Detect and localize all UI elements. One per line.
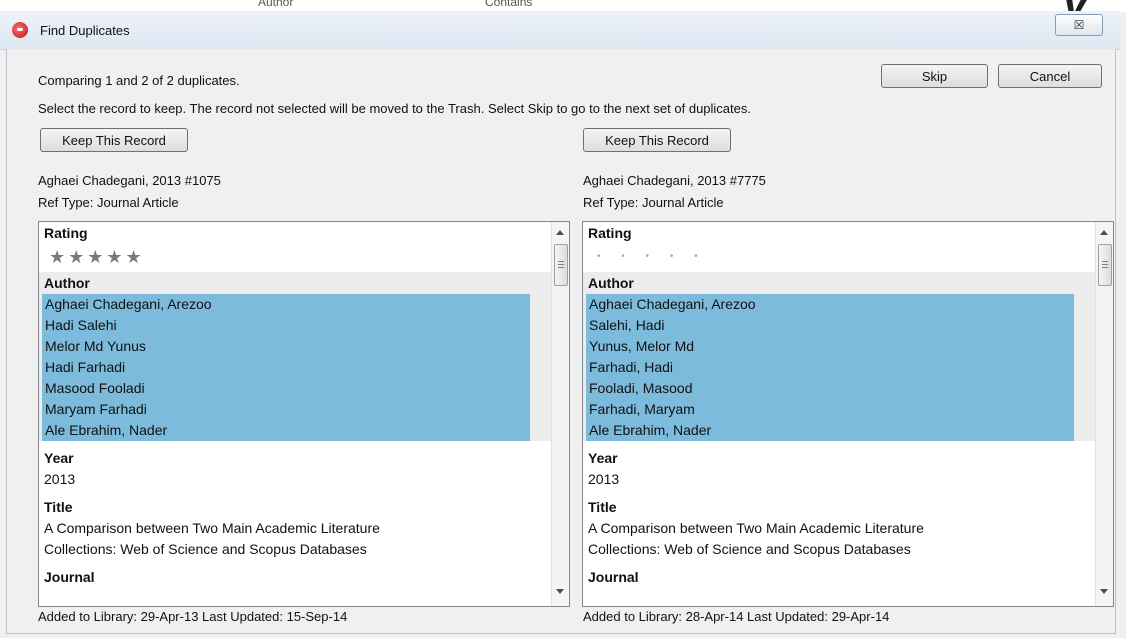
title-value-line: Collections: Web of Science and Scopus D… — [44, 541, 367, 557]
scroll-up-arrow-icon[interactable] — [556, 230, 564, 235]
record-left-dates: Added to Library: 29-Apr-13 Last Updated… — [38, 609, 348, 624]
record-left-ref-type: Ref Type: Journal Article — [38, 195, 179, 210]
list-item: Farhadi, Hadi — [589, 359, 674, 375]
rating-empty-dots[interactable]: • • • • • — [583, 244, 1095, 272]
comparison-status: Comparing 1 and 2 of 2 duplicates. — [38, 73, 240, 88]
window-title: Find Duplicates — [40, 23, 130, 38]
author-list[interactable]: Aghaei Chadegani, Arezoo Hadi Salehi Mel… — [42, 294, 530, 441]
record-right-scrollbar[interactable] — [1095, 222, 1113, 606]
author-section: Author Aghaei Chadegani, Arezoo Hadi Sal… — [39, 272, 551, 441]
list-item: Salehi, Hadi — [589, 317, 665, 333]
list-item: Maryam Farhadi — [45, 401, 147, 417]
year-value: 2013 — [588, 471, 620, 487]
list-item: Hadi Salehi — [45, 317, 117, 333]
year-label: Year — [44, 450, 74, 466]
background-text: Author — [258, 0, 294, 9]
record-left-content: Rating ★★★★★ Author Aghaei Chadegani, Ar… — [39, 222, 551, 606]
year-value: 2013 — [44, 471, 76, 487]
author-section: Author Aghaei Chadegani, Arezoo Salehi, … — [583, 272, 1095, 441]
year-label: Year — [588, 450, 618, 466]
list-item: Aghaei Chadegani, Arezoo — [45, 296, 212, 312]
list-item: Hadi Farhadi — [45, 359, 126, 375]
rating-stars[interactable]: ★★★★★ — [39, 244, 551, 272]
title-label: Title — [588, 499, 617, 515]
record-left-scrollbar[interactable] — [551, 222, 569, 606]
title-bar: Find Duplicates ☒ — [0, 11, 1120, 50]
journal-label: Journal — [588, 569, 639, 585]
record-right-dates: Added to Library: 28-Apr-14 Last Updated… — [583, 609, 890, 624]
skip-button[interactable]: Skip — [881, 64, 988, 88]
scroll-thumb[interactable] — [554, 244, 568, 286]
list-item: Fooladi, Masood — [589, 380, 693, 396]
record-left-citation: Aghaei Chadegani, 2013 #1075 — [38, 173, 221, 188]
scroll-down-arrow-icon[interactable] — [556, 589, 564, 594]
scroll-thumb[interactable] — [1098, 244, 1112, 286]
list-item: Ale Ebrahim, Nader — [589, 422, 712, 438]
list-item: Ale Ebrahim, Nader — [45, 422, 168, 438]
list-item: Masood Fooladi — [45, 380, 145, 396]
author-label: Author — [44, 275, 90, 291]
record-right-content: Rating • • • • • Author Aghaei Chadegani… — [583, 222, 1095, 606]
record-left-pane[interactable]: Rating ★★★★★ Author Aghaei Chadegani, Ar… — [38, 221, 570, 607]
record-right-ref-type: Ref Type: Journal Article — [583, 195, 724, 210]
list-item: Melor Md Yunus — [45, 338, 146, 354]
author-list[interactable]: Aghaei Chadegani, Arezoo Salehi, Hadi Yu… — [586, 294, 1074, 441]
title-value-line: Collections: Web of Science and Scopus D… — [588, 541, 911, 557]
keep-record-left-button[interactable]: Keep This Record — [40, 128, 188, 152]
keep-record-right-button[interactable]: Keep This Record — [583, 128, 731, 152]
title-value-line: A Comparison between Two Main Academic L… — [588, 520, 924, 536]
list-item: Aghaei Chadegani, Arezoo — [589, 296, 756, 312]
record-right-citation: Aghaei Chadegani, 2013 #7775 — [583, 173, 766, 188]
list-item: Farhadi, Maryam — [589, 401, 695, 417]
list-item: Yunus, Melor Md — [589, 338, 695, 354]
scroll-up-arrow-icon[interactable] — [1100, 230, 1108, 235]
background-text: Contains — [485, 0, 533, 9]
scroll-down-arrow-icon[interactable] — [1100, 589, 1108, 594]
cancel-button[interactable]: Cancel — [998, 64, 1102, 88]
rating-label: Rating — [44, 225, 88, 241]
record-right-pane[interactable]: Rating • • • • • Author Aghaei Chadegani… — [582, 221, 1114, 607]
journal-label: Journal — [44, 569, 95, 585]
instructions-text: Select the record to keep. The record no… — [38, 101, 751, 116]
close-window-button[interactable]: ☒ — [1055, 14, 1103, 36]
endnote-app-icon — [12, 22, 28, 38]
title-value-line: A Comparison between Two Main Academic L… — [44, 520, 380, 536]
title-label: Title — [44, 499, 73, 515]
rating-label: Rating — [588, 225, 632, 241]
author-label: Author — [588, 275, 634, 291]
